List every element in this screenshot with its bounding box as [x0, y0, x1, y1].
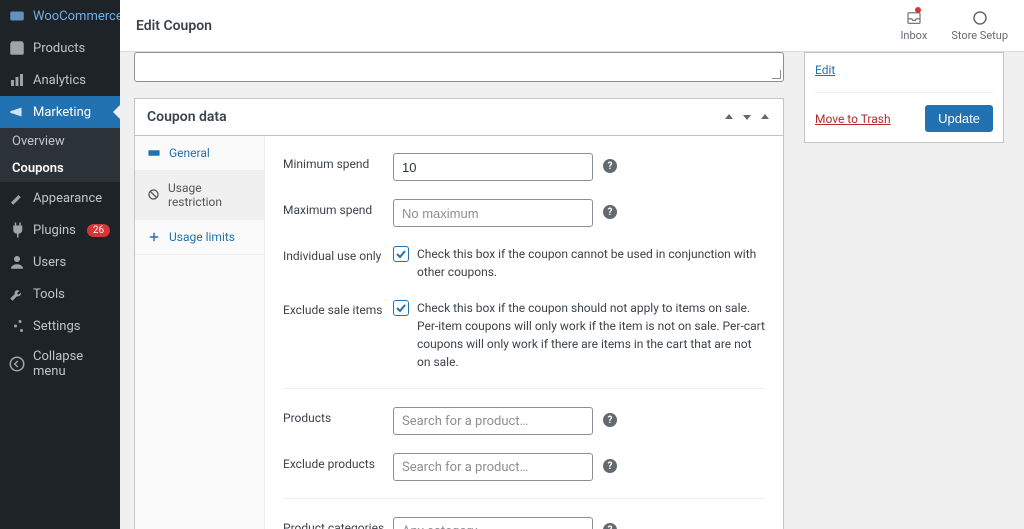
- sidebar-item-tools[interactable]: Tools: [0, 278, 120, 310]
- help-icon[interactable]: ?: [603, 413, 617, 427]
- individual-use-label: Individual use only: [283, 245, 393, 263]
- update-button[interactable]: Update: [925, 105, 993, 132]
- tab-label: General: [169, 146, 210, 160]
- sidebar-item-label: Settings: [33, 319, 80, 334]
- sidebar-item-products[interactable]: Products: [0, 32, 120, 64]
- sidebar-item-plugins[interactable]: Plugins 26: [0, 214, 120, 246]
- sidebar-item-label: Appearance: [33, 191, 102, 206]
- products-select[interactable]: Search for a product…: [393, 407, 593, 435]
- tab-general[interactable]: General: [135, 136, 264, 171]
- topbar: Edit Coupon Inbox Store Setup: [120, 0, 1024, 52]
- sidebar-sub-overview[interactable]: Overview: [0, 128, 120, 155]
- sidebar-item-marketing[interactable]: Marketing: [0, 96, 120, 128]
- maximum-spend-label: Maximum spend: [283, 199, 393, 217]
- coupon-data-panel: Coupon data General: [134, 98, 784, 529]
- tab-label: Usage limits: [169, 230, 235, 244]
- exclude-sale-desc: Check this box if the coupon should not …: [417, 299, 765, 371]
- sidebar-item-label: Marketing: [33, 105, 91, 120]
- plus-icon: [147, 230, 161, 244]
- wrench-icon: [8, 285, 26, 303]
- sidebar-item-users[interactable]: Users: [0, 246, 120, 278]
- sidebar-item-label: Plugins: [33, 223, 76, 238]
- sliders-icon: [8, 317, 26, 335]
- edit-link[interactable]: Edit: [815, 63, 835, 77]
- store-setup-button[interactable]: Store Setup: [951, 9, 1008, 42]
- panel-title: Coupon data: [147, 109, 227, 125]
- tab-usage-restriction[interactable]: Usage restriction: [135, 171, 264, 220]
- help-icon[interactable]: ?: [603, 523, 617, 529]
- main-content: Edit Coupon Inbox Store Setup Coupon: [120, 0, 1024, 529]
- products-label: Products: [283, 407, 393, 425]
- sidebar-sub-coupons[interactable]: Coupons: [0, 155, 120, 182]
- sidebar-item-analytics[interactable]: Analytics: [0, 64, 120, 96]
- user-icon: [8, 253, 26, 271]
- sidebar-item-label: Tools: [33, 287, 65, 302]
- tab-usage-limits[interactable]: Usage limits: [135, 220, 264, 255]
- exclude-products-label: Exclude products: [283, 453, 393, 471]
- page-title: Edit Coupon: [136, 18, 212, 34]
- individual-use-checkbox[interactable]: [393, 246, 409, 262]
- minimum-spend-label: Minimum spend: [283, 153, 393, 171]
- sidebar-item-label: Collapse menu: [33, 349, 112, 379]
- sidebar-item-appearance[interactable]: Appearance: [0, 182, 120, 214]
- help-icon[interactable]: ?: [603, 159, 617, 173]
- sidebar-item-label: Products: [33, 41, 85, 56]
- collapse-icon: [8, 355, 26, 373]
- inbox-label: Inbox: [900, 29, 927, 42]
- admin-sidebar: WooCommerce Products Analytics Marketing…: [0, 0, 120, 529]
- progress-icon: [971, 9, 989, 27]
- product-categories-select[interactable]: Any category: [393, 517, 593, 529]
- brush-icon: [8, 189, 26, 207]
- plug-icon: [8, 221, 26, 239]
- ban-icon: [147, 188, 160, 202]
- coupon-description-textarea[interactable]: [134, 52, 784, 82]
- panel-toggle[interactable]: [759, 111, 771, 123]
- sidebar-item-label: WooCommerce: [33, 9, 120, 24]
- maximum-spend-input[interactable]: [393, 199, 593, 227]
- collapse-menu[interactable]: Collapse menu: [0, 342, 120, 386]
- exclude-products-select[interactable]: Search for a product…: [393, 453, 593, 481]
- megaphone-icon: [8, 103, 26, 121]
- inbox-button[interactable]: Inbox: [900, 9, 927, 42]
- sidebar-item-label: Analytics: [33, 73, 86, 88]
- exclude-sale-checkbox[interactable]: [393, 300, 409, 316]
- archive-icon: [8, 39, 26, 57]
- sidebar-item-label: Users: [33, 255, 66, 270]
- sidebar-item-settings[interactable]: Settings: [0, 310, 120, 342]
- sidebar-item-woocommerce[interactable]: WooCommerce: [0, 0, 120, 32]
- help-icon[interactable]: ?: [603, 205, 617, 219]
- minimum-spend-input[interactable]: [393, 153, 593, 181]
- exclude-sale-label: Exclude sale items: [283, 299, 393, 317]
- panel-move-up[interactable]: [723, 111, 735, 123]
- panel-move-down[interactable]: [741, 111, 753, 123]
- update-badge: 26: [87, 224, 110, 237]
- chart-icon: [8, 71, 26, 89]
- product-categories-label: Product categories: [283, 517, 393, 529]
- help-icon[interactable]: ?: [603, 459, 617, 473]
- move-to-trash-link[interactable]: Move to Trash: [815, 112, 891, 126]
- individual-use-desc: Check this box if the coupon cannot be u…: [417, 245, 765, 281]
- store-setup-label: Store Setup: [951, 29, 1008, 42]
- publish-box: Edit Move to Trash Update: [804, 52, 1004, 143]
- woocommerce-icon: [8, 7, 26, 25]
- ticket-icon: [147, 146, 161, 160]
- tab-label: Usage restriction: [168, 181, 252, 209]
